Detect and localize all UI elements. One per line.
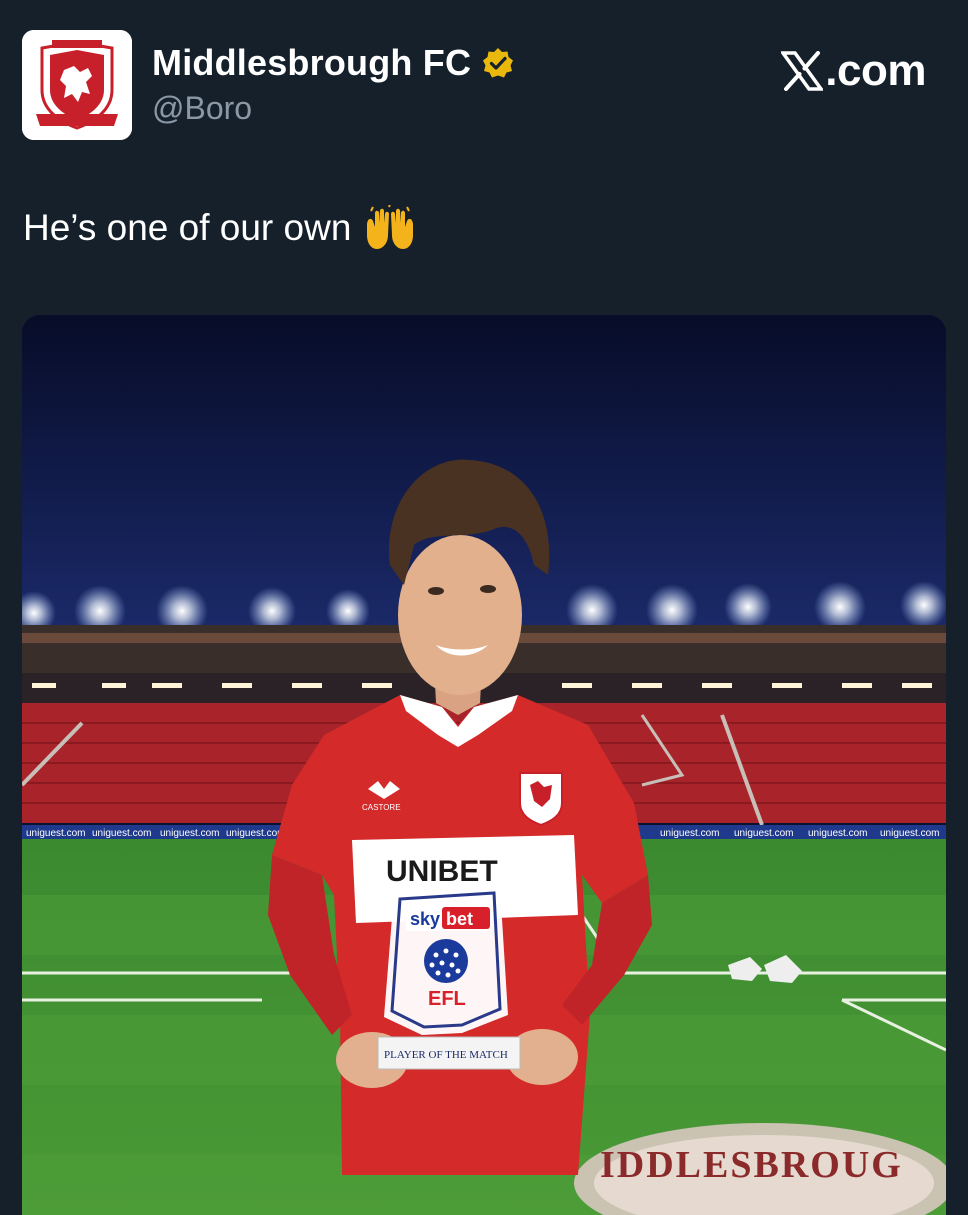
trophy-award: PLAYER OF THE MATCH bbox=[384, 1049, 508, 1061]
board-ad: uniguest.com bbox=[808, 828, 867, 839]
middlesbrough-crest-icon bbox=[22, 30, 132, 140]
tweet-text: He’s one of our own bbox=[23, 205, 417, 251]
account-avatar[interactable] bbox=[22, 30, 132, 140]
board-ad: uniguest.com bbox=[226, 828, 285, 839]
trophy-league: EFL bbox=[428, 988, 466, 1010]
kit-brand: CASTORE bbox=[362, 803, 401, 812]
board-ad: uniguest.com bbox=[160, 828, 219, 839]
board-ad: uniguest.com bbox=[734, 828, 793, 839]
x-com-brand[interactable]: .com bbox=[781, 46, 926, 96]
shirt-sponsor: UNIBET bbox=[386, 855, 498, 888]
player-of-the-match-trophy: sky bet EFL PLAYER OF THE MATCH bbox=[377, 887, 521, 1070]
board-ad: uniguest.com bbox=[880, 828, 939, 839]
board-ad: uniguest.com bbox=[660, 828, 719, 839]
tweet-body: He’s one of our own bbox=[23, 207, 352, 248]
trophy-sponsor-bet: bet bbox=[446, 909, 473, 929]
board-ad: uniguest.com bbox=[92, 828, 151, 839]
account-handle[interactable]: @Boro bbox=[152, 90, 252, 127]
trophy-sponsor-sky: sky bbox=[410, 909, 440, 929]
tweet-photo[interactable]: uniguest.com uniguest.com uniguest.com u… bbox=[22, 315, 946, 1215]
raising-hands-emoji-icon bbox=[367, 205, 414, 249]
brand-domain-text: .com bbox=[825, 46, 926, 95]
player-of-the-match-photo: uniguest.com uniguest.com uniguest.com u… bbox=[22, 315, 946, 1215]
display-name[interactable]: Middlesbrough FC bbox=[152, 42, 471, 84]
board-ad: uniguest.com bbox=[26, 828, 85, 839]
x-logo-icon bbox=[781, 51, 824, 91]
tweet-header: Middlesbrough FC @Boro .com bbox=[0, 0, 968, 170]
pitch-logo-text: IDDLESBROUG bbox=[600, 1144, 903, 1186]
verified-badge-icon bbox=[483, 48, 514, 78]
